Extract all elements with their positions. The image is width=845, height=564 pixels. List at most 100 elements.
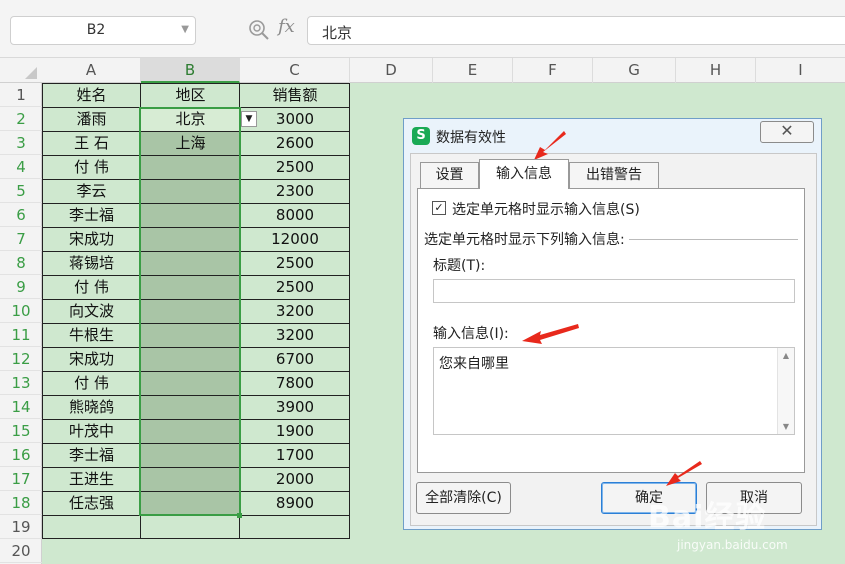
- group-label: 选定单元格时显示下列输入信息:: [424, 229, 629, 249]
- cell-sales[interactable]: 8000: [240, 203, 350, 227]
- message-textarea[interactable]: 您来自哪里 ▲ ▼: [433, 347, 795, 435]
- row-header-column: 1 2 3 4 5 6 7 8 9 10 11 12 13 14 15 16 1…: [0, 83, 42, 564]
- row-header[interactable]: 4: [0, 155, 42, 179]
- row-header[interactable]: 10: [0, 299, 42, 323]
- cell-name[interactable]: 向文波: [42, 299, 141, 323]
- select-all-corner[interactable]: [0, 58, 42, 83]
- cell-name[interactable]: 任志强: [42, 491, 141, 515]
- dialog-body: 设置 输入信息 出错警告 ✓ 选定单元格时显示输入信息(S) 选定单元格时显示下…: [410, 153, 817, 526]
- cell-name[interactable]: 熊晓鸽: [42, 395, 141, 419]
- cell-name[interactable]: 李士福: [42, 443, 141, 467]
- row-header[interactable]: 20: [0, 539, 42, 563]
- cell-reference: B2: [86, 22, 106, 38]
- cell-sales[interactable]: 2600: [240, 131, 350, 155]
- cell-sales[interactable]: 3900: [240, 395, 350, 419]
- column-header-f[interactable]: F: [513, 58, 593, 83]
- cell-name[interactable]: 宋成功: [42, 347, 141, 371]
- title-input[interactable]: [433, 279, 795, 303]
- cell-sales[interactable]: 2000: [240, 467, 350, 491]
- dropdown-arrow-icon[interactable]: ▼: [241, 111, 257, 127]
- column-header-e[interactable]: E: [433, 58, 513, 83]
- show-input-checkbox[interactable]: ✓: [432, 201, 446, 215]
- row-header[interactable]: 1: [0, 83, 42, 107]
- cell-name[interactable]: 李云: [42, 179, 141, 203]
- row-header[interactable]: 17: [0, 467, 42, 491]
- message-scrollbar[interactable]: ▲ ▼: [777, 348, 794, 434]
- row-header[interactable]: 3: [0, 131, 42, 155]
- column-header-g[interactable]: G: [593, 58, 676, 83]
- column-header-a[interactable]: A: [42, 58, 141, 83]
- column-header-i[interactable]: I: [756, 58, 845, 83]
- cell-name[interactable]: 王 石: [42, 131, 141, 155]
- cell-sales[interactable]: 2500: [240, 251, 350, 275]
- cell-name[interactable]: 王进生: [42, 467, 141, 491]
- title-label: 标题(T):: [433, 258, 486, 274]
- cell-sales[interactable]: 2500: [240, 275, 350, 299]
- fx-icon[interactable]: fx: [278, 16, 295, 37]
- row-header[interactable]: 15: [0, 419, 42, 443]
- column-header-b[interactable]: B: [141, 58, 240, 83]
- column-header-d[interactable]: D: [350, 58, 433, 83]
- cell-sales[interactable]: 7800: [240, 371, 350, 395]
- clear-all-button[interactable]: 全部清除(C): [416, 482, 511, 514]
- message-label: 输入信息(I):: [433, 326, 509, 342]
- row-header[interactable]: 2: [0, 107, 42, 131]
- magnifier-icon[interactable]: [248, 19, 270, 41]
- cell-sales[interactable]: 3200: [240, 299, 350, 323]
- fill-handle[interactable]: [237, 513, 242, 518]
- close-button[interactable]: ✕: [760, 121, 814, 143]
- name-box[interactable]: B2 ▼: [10, 16, 196, 45]
- tab-settings[interactable]: 设置: [420, 162, 479, 188]
- cell-name[interactable]: 蒋锡培: [42, 251, 141, 275]
- cell-name[interactable]: 李士福: [42, 203, 141, 227]
- cell-sales[interactable]: 1700: [240, 443, 350, 467]
- cell-sales[interactable]: 2300: [240, 179, 350, 203]
- row-header[interactable]: 9: [0, 275, 42, 299]
- cell-sales[interactable]: 2500: [240, 155, 350, 179]
- header-region[interactable]: 地区: [141, 83, 240, 107]
- row-header[interactable]: 19: [0, 515, 42, 539]
- row-header[interactable]: 16: [0, 443, 42, 467]
- cell-name[interactable]: 付 伟: [42, 155, 141, 179]
- column-header-row: A B C D E F G H I: [0, 58, 845, 83]
- cell-name[interactable]: 叶茂中: [42, 419, 141, 443]
- cell-name[interactable]: 潘雨: [42, 107, 141, 131]
- cell-sales[interactable]: 1900: [240, 419, 350, 443]
- cell-sales[interactable]: 12000: [240, 227, 350, 251]
- row-header[interactable]: 18: [0, 491, 42, 515]
- baidu-watermark: Bai经验: [648, 500, 767, 535]
- column-header-c[interactable]: C: [240, 58, 350, 83]
- formula-input[interactable]: 北京: [307, 16, 845, 45]
- input-message-panel: ✓ 选定单元格时显示输入信息(S) 选定单元格时显示下列输入信息: 标题(T):…: [417, 188, 805, 473]
- data-validation-dialog: S 数据有效性 ✕ 设置 输入信息 出错警告 ✓ 选定单元格时显示输入信息(S)…: [403, 118, 822, 530]
- row-header[interactable]: 7: [0, 227, 42, 251]
- header-sales[interactable]: 销售额: [240, 83, 350, 107]
- cell-sales[interactable]: 6700: [240, 347, 350, 371]
- dialog-title-bar[interactable]: S 数据有效性 ✕: [404, 119, 823, 153]
- chevron-down-icon[interactable]: ▼: [181, 24, 189, 35]
- cell-sales[interactable]: 8900: [240, 491, 350, 515]
- cell-sales[interactable]: 3200: [240, 323, 350, 347]
- header-name[interactable]: 姓名: [42, 83, 141, 107]
- row-header[interactable]: 6: [0, 203, 42, 227]
- row-header[interactable]: 11: [0, 323, 42, 347]
- close-icon: ✕: [780, 121, 794, 140]
- show-input-label[interactable]: 选定单元格时显示输入信息(S): [452, 199, 640, 219]
- tab-error-alert[interactable]: 出错警告: [569, 162, 659, 188]
- cell-name[interactable]: 宋成功: [42, 227, 141, 251]
- row-header[interactable]: 5: [0, 179, 42, 203]
- scroll-down-icon[interactable]: ▼: [778, 422, 794, 431]
- dialog-title: 数据有效性: [436, 130, 506, 146]
- scroll-up-icon[interactable]: ▲: [778, 351, 794, 360]
- cell-name[interactable]: 付 伟: [42, 371, 141, 395]
- row-header[interactable]: 12: [0, 347, 42, 371]
- column-header-h[interactable]: H: [676, 58, 756, 83]
- message-text: 您来自哪里: [439, 356, 509, 372]
- selection-border: [139, 107, 241, 516]
- cell-name[interactable]: 付 伟: [42, 275, 141, 299]
- row-header[interactable]: 8: [0, 251, 42, 275]
- tab-input-message[interactable]: 输入信息: [479, 159, 569, 189]
- row-header[interactable]: 13: [0, 371, 42, 395]
- cell-name[interactable]: 牛根生: [42, 323, 141, 347]
- row-header[interactable]: 14: [0, 395, 42, 419]
